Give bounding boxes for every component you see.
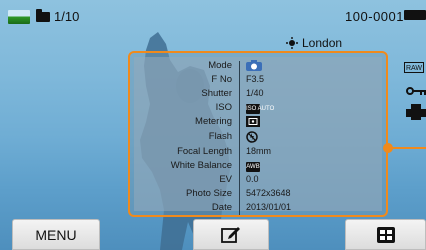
folder-icon — [36, 8, 50, 22]
flash-off-icon — [246, 131, 258, 143]
iso-auto-icon: ISO AUTO — [246, 104, 275, 114]
image-counter: 1/10 — [54, 9, 80, 24]
auto-white-balance-icon: AWB — [246, 162, 260, 172]
info-label: Shutter — [201, 88, 232, 99]
info-value — [246, 116, 260, 129]
info-row-metering: Metering — [134, 116, 384, 130]
callout-dot — [383, 143, 393, 153]
info-value: 1/40 — [246, 88, 264, 98]
info-row-white-balance: White Balance AWB — [134, 160, 384, 174]
smart-auto-mode-icon — [246, 60, 262, 71]
battery-icon — [404, 10, 426, 20]
multi-metering-icon — [246, 116, 260, 127]
info-value: 2013/01/01 — [246, 202, 292, 212]
print-order-icon — [406, 104, 426, 120]
view-mode-icon — [376, 226, 395, 243]
info-value: ISO AUTO — [246, 102, 275, 114]
callout-line — [388, 147, 426, 149]
info-label: ISO — [215, 102, 232, 113]
info-label: Photo Size — [186, 188, 232, 199]
info-value: F3.5 — [246, 74, 265, 84]
file-number: 100-0001 — [345, 9, 404, 24]
top-left-status: 1/10 — [8, 8, 80, 24]
info-label: Date — [211, 202, 232, 213]
info-value: AWB — [246, 160, 260, 172]
info-row-mode: Mode — [134, 60, 384, 74]
protect-key-icon — [406, 87, 426, 95]
info-label: White Balance — [170, 160, 232, 171]
info-label: Mode — [208, 60, 232, 71]
info-row-photo-size: Photo Size 5472x3648 — [134, 188, 384, 202]
location-name: London — [302, 36, 343, 50]
info-value: 18mm — [246, 146, 272, 156]
edit-button[interactable] — [193, 219, 269, 250]
playback-screen: 1/10 100-0001 London RAW Mode F No F3.5 … — [0, 0, 426, 250]
info-label: F No — [211, 74, 232, 85]
view-mode-button[interactable] — [345, 219, 426, 250]
info-value: 5472x3648 — [246, 188, 291, 198]
info-value — [246, 131, 258, 145]
photo-info-panel: Mode F No F3.5 Shutter 1/40 ISO ISO AUTO… — [128, 51, 388, 217]
info-row-flash: Flash — [134, 131, 384, 145]
location-info: London — [286, 36, 342, 50]
info-panel-body: Mode F No F3.5 Shutter 1/40 ISO ISO AUTO… — [134, 57, 384, 215]
info-label: Metering — [195, 116, 232, 127]
gps-icon — [286, 37, 298, 49]
menu-button[interactable]: MENU — [12, 219, 100, 250]
info-value: 0.0 — [246, 174, 259, 184]
info-row-fno: F No F3.5 — [134, 74, 384, 88]
info-row-shutter: Shutter 1/40 — [134, 88, 384, 102]
info-label: EV — [219, 174, 232, 185]
edit-icon — [221, 227, 240, 243]
info-value — [246, 60, 262, 73]
info-row-ev: EV 0.0 — [134, 174, 384, 188]
info-label: Focal Length — [177, 146, 232, 157]
playback-thumbnail-icon — [8, 9, 30, 24]
info-label: Flash — [208, 131, 232, 142]
info-row-date: Date 2013/01/01 — [134, 202, 384, 216]
info-row-iso: ISO ISO AUTO — [134, 102, 384, 116]
info-row-focal-length: Focal Length 18mm — [134, 146, 384, 160]
raw-icon: RAW — [404, 62, 424, 73]
